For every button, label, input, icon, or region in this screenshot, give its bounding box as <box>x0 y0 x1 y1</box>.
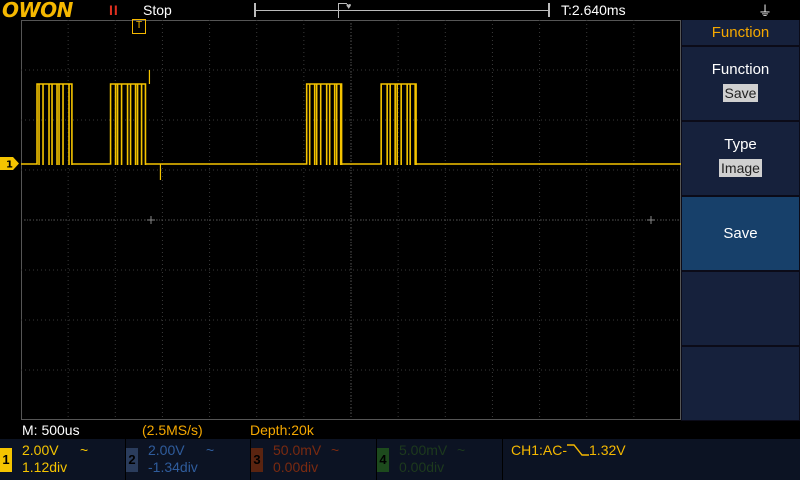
run-state-label[interactable]: Stop <box>143 2 172 18</box>
status-line: M: 500us (2.5MS/s) Depth:20k <box>0 421 800 438</box>
trigger-info-readout: CH1:AC- 1.32V <box>511 442 626 458</box>
graticule <box>21 20 681 420</box>
channel-4-coupling-icon: ~ <box>457 442 466 458</box>
channel-1-box[interactable]: 1 2.00V ~ 1.12div <box>0 439 125 480</box>
channel-2-coupling-icon: ~ <box>206 442 215 458</box>
horizontal-offset-readout: T:2.640ms <box>561 2 626 18</box>
brand-logo: OWON <box>2 0 73 22</box>
timebar-right-cap <box>548 3 550 17</box>
menu-item-label: Save <box>723 225 758 242</box>
channel-3-volts: 50.0mV <box>273 442 322 458</box>
menu-item-value: Image <box>719 159 762 177</box>
timebar-trigger-marker-icon: ♥ <box>346 1 352 11</box>
trigger-position-marker[interactable]: T <box>132 19 146 34</box>
channel-2-position: -1.34div <box>148 459 198 475</box>
trigger-source: CH1:AC- <box>511 442 568 458</box>
channel-1-number: 1 <box>0 448 12 472</box>
menu-item-save[interactable]: Save <box>682 197 799 270</box>
channel-4-volts: 5.00mV <box>399 442 448 458</box>
waveform-display[interactable] <box>21 20 681 420</box>
channel-2-number: 2 <box>126 448 138 472</box>
pause-icon[interactable]: II <box>109 2 119 18</box>
channel-2-box[interactable]: 2 2.00V ~ -1.34div <box>126 439 250 480</box>
menu-item-function[interactable]: Function Save <box>682 47 799 120</box>
memory-position-bar: ♥ <box>254 1 550 18</box>
channel-1-volts: 2.00V <box>22 442 59 458</box>
trigger-info-box[interactable]: CH1:AC- 1.32V <box>503 439 800 480</box>
channel-3-number: 3 <box>251 448 263 472</box>
function-menu: Function Function Save Type Image Save <box>681 20 800 421</box>
record-depth-readout: Depth:20k <box>250 422 314 438</box>
menu-item-empty-5[interactable] <box>682 347 799 420</box>
menu-item-type[interactable]: Type Image <box>682 122 799 195</box>
menu-item-label: Function <box>711 61 770 78</box>
usb-icon: ⏚ <box>758 3 772 19</box>
timebase-readout[interactable]: M: 500us <box>22 422 80 438</box>
falling-edge-icon <box>567 444 590 456</box>
channel-1-position: 1.12div <box>22 459 68 475</box>
channel-4-position: 0.00div <box>399 459 445 475</box>
top-bar: OWON II Stop ♥ T:2.640ms ⏚ <box>0 0 800 22</box>
channel-3-box[interactable]: 3 50.0mV ~ 0.00div <box>251 439 376 480</box>
channel-4-number: 4 <box>377 448 389 472</box>
channel-3-coupling-icon: ~ <box>331 442 340 458</box>
channel-1-coupling-icon: ~ <box>80 442 89 458</box>
ch1-level-marker-icon[interactable]: 1 <box>0 157 19 170</box>
menu-item-value: Save <box>722 84 759 102</box>
channel-2-volts: 2.00V <box>148 442 185 458</box>
menu-title: Function <box>682 20 799 45</box>
sample-rate-readout: (2.5MS/s) <box>142 422 203 438</box>
ch1-marker-label: 1 <box>6 160 13 171</box>
channel-4-box[interactable]: 4 5.00mV ~ 0.00div <box>377 439 502 480</box>
menu-item-empty-4[interactable] <box>682 272 799 345</box>
trigger-level: 1.32V <box>589 442 626 458</box>
channel-3-position: 0.00div <box>273 459 319 475</box>
menu-item-label: Type <box>724 136 757 153</box>
timebar-line <box>256 10 548 11</box>
